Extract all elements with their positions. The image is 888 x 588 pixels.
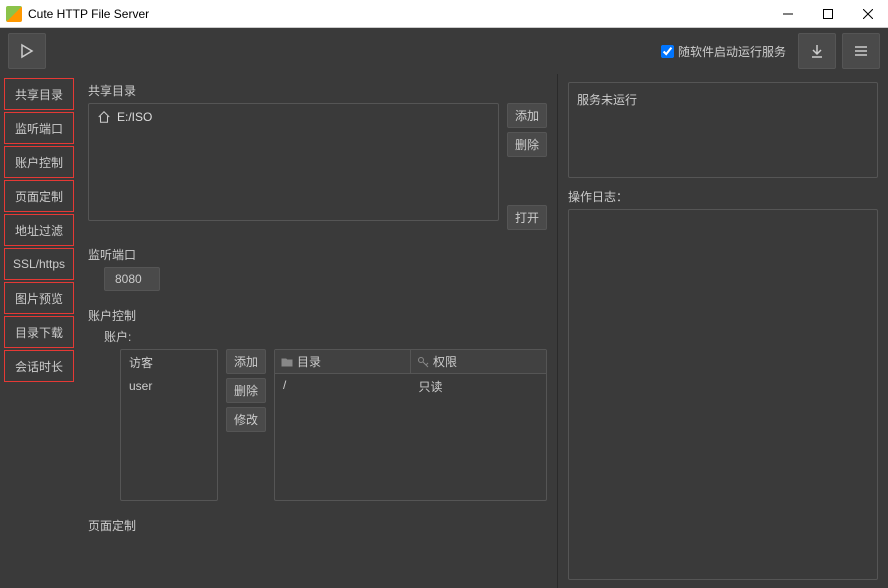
settings-panel[interactable]: 共享目录 E:/ISO 添加 删除 打开 [78, 74, 558, 588]
perm-cell-dir: / [275, 374, 411, 399]
user-list-label: 账户: [104, 328, 547, 345]
share-dir-item[interactable]: E:/ISO [89, 104, 498, 130]
folder-icon [281, 356, 293, 368]
home-icon [97, 110, 111, 124]
sidebar-item-account[interactable]: 账户控制 [4, 146, 74, 178]
share-dir-path: E:/ISO [117, 110, 152, 124]
sidebar-item-ssl[interactable]: SSL/https [4, 248, 74, 280]
status-box: 服务未运行 [568, 82, 878, 178]
autostart-checkbox-label[interactable]: 随软件启动运行服务 [661, 43, 786, 60]
port-input[interactable] [104, 267, 160, 291]
share-delete-button[interactable]: 删除 [507, 132, 547, 157]
sidebar-item-label: 页面定制 [15, 188, 63, 205]
permission-row[interactable]: / 只读 [275, 374, 546, 399]
user-add-button[interactable]: 添加 [226, 349, 266, 374]
sidebar-item-addressfilter[interactable]: 地址过滤 [4, 214, 74, 246]
window-titlebar: Cute HTTP File Server [0, 0, 888, 28]
sidebar-item-session[interactable]: 会话时长 [4, 350, 74, 382]
perm-cell-perm: 只读 [411, 374, 547, 399]
sidebar-item-label: 共享目录 [15, 86, 63, 103]
perm-header-perm[interactable]: 权限 [411, 350, 546, 373]
autostart-checkbox[interactable] [661, 45, 674, 58]
permission-table: 目录 权限 / 只读 [274, 349, 547, 501]
sidebar-item-port[interactable]: 监听端口 [4, 112, 74, 144]
sidebar-item-label: 账户控制 [15, 154, 63, 171]
minimize-button[interactable] [768, 0, 808, 28]
download-button[interactable] [798, 33, 836, 69]
sidebar-item-label: 会话时长 [15, 358, 63, 375]
autostart-label: 随软件启动运行服务 [678, 43, 786, 60]
section-title: 账户控制 [88, 307, 547, 324]
share-open-button[interactable]: 打开 [507, 205, 547, 230]
play-button[interactable] [8, 33, 46, 69]
section-share: 共享目录 E:/ISO 添加 删除 打开 [88, 82, 547, 230]
right-panel: 服务未运行 操作日志： [558, 74, 888, 588]
toolbar: 随软件启动运行服务 [0, 28, 888, 74]
user-modify-button[interactable]: 修改 [226, 407, 266, 432]
user-list[interactable]: 访客 user [120, 349, 218, 501]
perm-header-dir[interactable]: 目录 [275, 350, 411, 373]
sidebar: 共享目录 监听端口 账户控制 页面定制 地址过滤 SSL/https 图片预览 … [0, 74, 78, 588]
sidebar-item-label: SSL/https [13, 257, 65, 271]
sidebar-item-dirdownload[interactable]: 目录下载 [4, 316, 74, 348]
log-box[interactable] [568, 209, 878, 580]
maximize-button[interactable] [808, 0, 848, 28]
sidebar-item-label: 监听端口 [15, 120, 63, 137]
section-title: 页面定制 [88, 517, 547, 534]
window-title: Cute HTTP File Server [28, 7, 768, 21]
sidebar-item-label: 目录下载 [15, 324, 63, 341]
section-account: 账户控制 账户: 访客 user 添加 删除 修改 [88, 307, 547, 501]
status-text: 服务未运行 [577, 93, 637, 107]
menu-button[interactable] [842, 33, 880, 69]
permission-header: 目录 权限 [275, 350, 546, 374]
section-pagecustom: 页面定制 [88, 517, 547, 534]
sidebar-item-pagecustom[interactable]: 页面定制 [4, 180, 74, 212]
sidebar-item-imagepreview[interactable]: 图片预览 [4, 282, 74, 314]
log-label: 操作日志： [568, 188, 878, 205]
share-dir-list[interactable]: E:/ISO [88, 103, 499, 221]
sidebar-item-label: 地址过滤 [15, 222, 63, 239]
section-title: 监听端口 [88, 246, 547, 263]
user-item[interactable]: user [121, 375, 217, 397]
app-icon [6, 6, 22, 22]
sidebar-item-share[interactable]: 共享目录 [4, 78, 74, 110]
section-title: 共享目录 [88, 82, 547, 99]
section-port: 监听端口 [88, 246, 547, 291]
key-icon [417, 356, 429, 368]
sidebar-item-label: 图片预览 [15, 290, 63, 307]
user-delete-button[interactable]: 删除 [226, 378, 266, 403]
share-add-button[interactable]: 添加 [507, 103, 547, 128]
user-item[interactable]: 访客 [121, 350, 217, 375]
close-button[interactable] [848, 0, 888, 28]
